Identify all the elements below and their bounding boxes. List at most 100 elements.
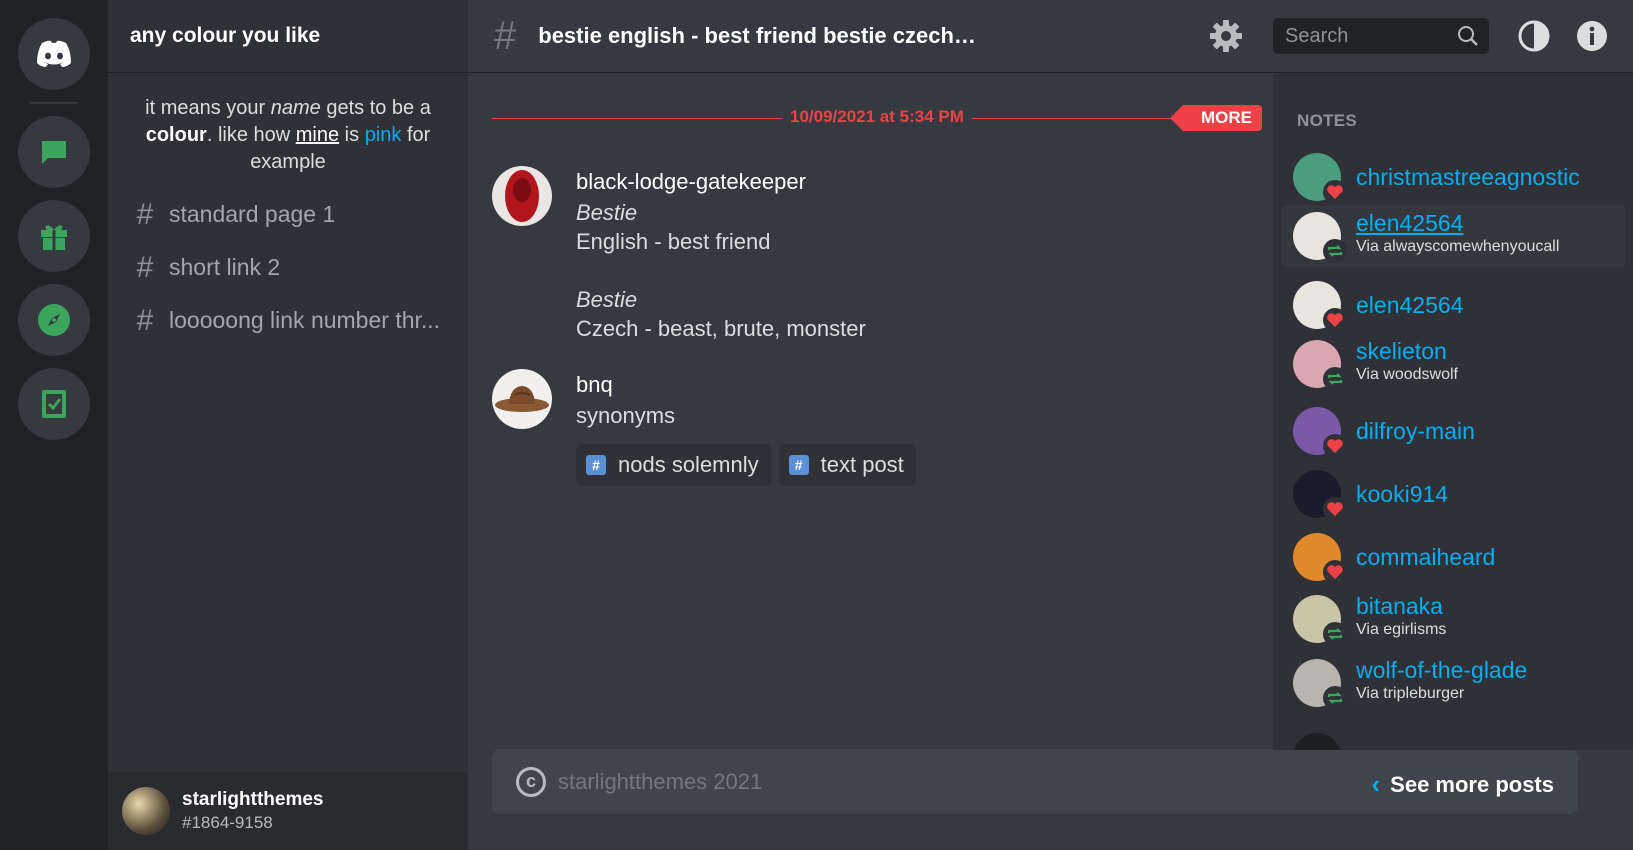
info-button[interactable] bbox=[1576, 20, 1608, 57]
gear-icon bbox=[1210, 20, 1242, 52]
note-username[interactable]: commaiheard bbox=[1356, 543, 1495, 571]
channel-label: standard page 1 bbox=[169, 201, 336, 227]
message-line: Bestie bbox=[576, 287, 638, 312]
message-author[interactable]: black-lodge-gatekeeper bbox=[576, 166, 1256, 198]
message-author[interactable]: bnq bbox=[576, 369, 1256, 401]
desc-pink: pink bbox=[364, 124, 402, 146]
explore-button[interactable] bbox=[18, 284, 90, 356]
hash-icon: # bbox=[136, 197, 154, 231]
username: starlightthemes bbox=[182, 789, 324, 810]
channel-header: # bestie english - best friend bestie cz… bbox=[468, 0, 1633, 73]
book-button[interactable] bbox=[18, 368, 90, 440]
avatar-image bbox=[492, 166, 552, 226]
discord-logo-icon bbox=[37, 40, 71, 67]
theme-toggle-button[interactable] bbox=[1518, 20, 1550, 57]
see-more-label: See more posts bbox=[1390, 771, 1554, 797]
note-via[interactable]: Via alwayscomewhenyoucall bbox=[1356, 237, 1559, 257]
user-panel: starlightthemes #1864-9158 bbox=[108, 772, 468, 850]
message-line: English - best friend bbox=[576, 229, 771, 254]
channel-hash-icon: # bbox=[494, 13, 517, 58]
discord-home-button[interactable] bbox=[18, 18, 90, 90]
message-body: black-lodge-gatekeeper Bestie English - … bbox=[576, 166, 1256, 343]
channel-label: short link 2 bbox=[169, 254, 281, 280]
note-item[interactable]: elen42564 Via alwayscomewhenyoucall bbox=[1281, 205, 1625, 267]
more-button[interactable]: MORE bbox=[1170, 105, 1262, 131]
note-username[interactable]: christmastreeagnostic bbox=[1356, 163, 1580, 191]
tag-chip[interactable]: # text post bbox=[778, 444, 916, 486]
desc-mine: mine bbox=[295, 124, 340, 146]
search-placeholder: Search bbox=[1285, 24, 1349, 47]
chat-server-button[interactable] bbox=[18, 116, 90, 188]
note-username[interactable]: skelieton bbox=[1356, 337, 1458, 365]
reblog-icon bbox=[1323, 239, 1347, 263]
post-footer: c starlightthemes 2021 ‹ See more posts bbox=[492, 749, 1578, 814]
note-item[interactable]: bitanaka Via egirlisms bbox=[1281, 588, 1625, 650]
hash-icon: # bbox=[136, 303, 154, 337]
note-username[interactable]: bitanaka bbox=[1356, 592, 1446, 620]
search-box[interactable]: Search bbox=[1273, 18, 1489, 54]
chat-area: 10/09/2021 at 5:34 PM MORE black-lodge-g… bbox=[468, 73, 1578, 850]
gift-button[interactable] bbox=[18, 200, 90, 272]
note-item[interactable]: skelieton Via woodswolf bbox=[1281, 333, 1625, 395]
info-icon bbox=[1577, 21, 1607, 51]
note-text: elen42564 bbox=[1356, 291, 1463, 319]
book-icon bbox=[42, 390, 66, 418]
channel-long-link-3[interactable]: # looooong link number thr... bbox=[108, 294, 468, 347]
note-via[interactable]: Via woodswolf bbox=[1356, 365, 1458, 385]
hash-icon: # bbox=[136, 250, 154, 284]
message-line: Czech - beast, brute, monster bbox=[576, 316, 866, 341]
channel-list: # standard page 1 # short link 2 # looooong… bbox=[108, 188, 468, 347]
heart-icon bbox=[1323, 497, 1347, 521]
tag-label: nods solemnly bbox=[618, 452, 759, 477]
desc-text-1: it means your bbox=[145, 97, 271, 119]
note-item[interactable]: christmastreeagnostic bbox=[1281, 146, 1625, 208]
avatar-black-lodge-gatekeeper[interactable] bbox=[492, 166, 552, 226]
heart-icon bbox=[1323, 308, 1347, 332]
tag-chip[interactable]: # nods solemnly bbox=[576, 444, 771, 486]
note-username[interactable]: wolf-of-the-glade bbox=[1356, 656, 1527, 684]
note-item[interactable]: kooki914 bbox=[1281, 463, 1625, 525]
tag-hash-icon: # bbox=[788, 455, 809, 475]
note-via[interactable]: Via tripleburger bbox=[1356, 684, 1527, 704]
user-avatar[interactable] bbox=[122, 787, 170, 835]
note-text: commaiheard bbox=[1356, 543, 1495, 571]
message-line bbox=[576, 256, 1256, 285]
message-line: synonyms bbox=[576, 403, 676, 428]
note-item[interactable]: elen42564 bbox=[1281, 274, 1625, 336]
note-text: elen42564 Via alwayscomewhenyoucall bbox=[1356, 209, 1559, 257]
note-username[interactable]: kooki914 bbox=[1356, 480, 1448, 508]
note-text: bitanaka Via egirlisms bbox=[1356, 592, 1446, 640]
chat-bubble-icon bbox=[42, 141, 66, 164]
heart-icon bbox=[1323, 180, 1347, 204]
note-text: skelieton Via woodswolf bbox=[1356, 337, 1458, 385]
avatar-bnq[interactable] bbox=[492, 369, 552, 429]
note-username[interactable]: elen42564 bbox=[1356, 209, 1559, 237]
desc-text-2: gets to be a bbox=[320, 97, 431, 119]
note-item[interactable]: wolf-of-the-glade Via tripleburger bbox=[1281, 652, 1625, 714]
note-username[interactable]: dilfroy-main bbox=[1356, 417, 1475, 445]
channel-sidebar: any colour you like it means your name g… bbox=[108, 0, 468, 850]
note-via[interactable]: Via egirlisms bbox=[1356, 620, 1446, 640]
note-username[interactable]: elen42564 bbox=[1356, 291, 1463, 319]
copyright-text: starlightthemes 2021 bbox=[558, 768, 763, 794]
notes-panel: NOTES christmastreeagnostic elen42564 Via … bbox=[1273, 73, 1633, 750]
note-avatar[interactable] bbox=[1293, 733, 1341, 750]
copyright-icon: c bbox=[516, 766, 546, 797]
note-text: kooki914 bbox=[1356, 480, 1448, 508]
server-description: it means your name gets to be a colour. … bbox=[108, 73, 468, 176]
heart-icon bbox=[1323, 560, 1347, 584]
channel-standard-page-1[interactable]: # standard page 1 bbox=[108, 188, 468, 241]
tag-label: text post bbox=[820, 452, 904, 477]
desc-text-4: is bbox=[339, 124, 365, 146]
tag-hash-icon: # bbox=[586, 455, 606, 475]
see-more-posts-button[interactable]: ‹ See more posts bbox=[1371, 769, 1554, 800]
server-title[interactable]: any colour you like bbox=[108, 0, 468, 73]
tag-list: # nods solemnly # text post bbox=[576, 444, 1256, 486]
channel-short-link-2[interactable]: # short link 2 bbox=[108, 241, 468, 294]
date-divider: 10/09/2021 at 5:34 PM bbox=[492, 107, 1252, 127]
contrast-icon bbox=[1518, 20, 1550, 52]
note-item[interactable]: dilfroy-main bbox=[1281, 400, 1625, 462]
note-item[interactable]: commaiheard bbox=[1281, 526, 1625, 588]
settings-button[interactable] bbox=[1206, 16, 1246, 56]
desc-name: name bbox=[270, 97, 321, 119]
